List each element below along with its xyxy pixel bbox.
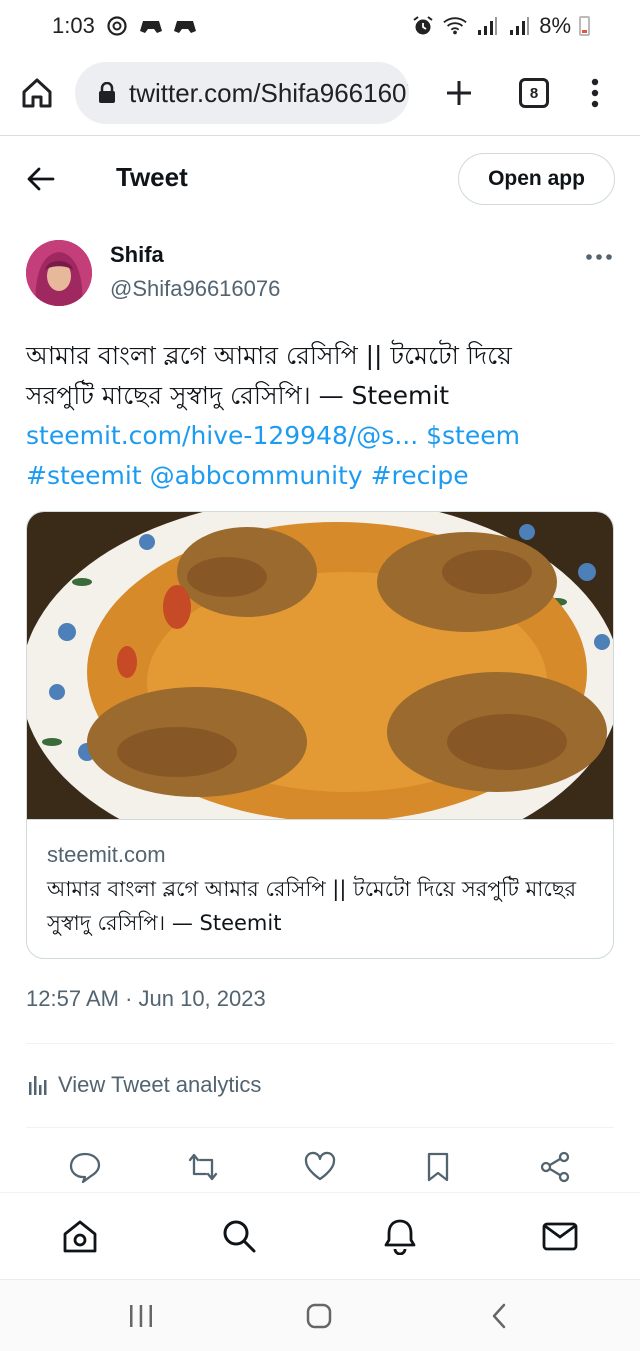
browser-home-icon[interactable] xyxy=(20,76,54,110)
mention-abbcommunity[interactable]: @abbcommunity xyxy=(150,461,363,490)
tab-switcher-button[interactable]: 8 xyxy=(519,78,549,108)
open-app-button[interactable]: Open app xyxy=(458,153,615,205)
analytics-label: View Tweet analytics xyxy=(58,1072,262,1097)
android-navigation-bar xyxy=(0,1279,640,1351)
battery-icon xyxy=(579,16,590,36)
back-arrow-icon[interactable] xyxy=(26,165,56,193)
tweet-text-line: আমার বাংলা ব্লগে আমার রেসিপি || টমেটো দি… xyxy=(26,341,512,370)
reply-icon[interactable] xyxy=(68,1150,102,1184)
new-tab-icon[interactable] xyxy=(444,78,474,108)
system-back-icon[interactable] xyxy=(486,1302,514,1330)
page-title: Tweet xyxy=(116,162,188,192)
browser-toolbar: twitter.com/Shifa96616076 8 xyxy=(0,52,640,136)
search-icon[interactable] xyxy=(220,1217,258,1255)
more-options-icon[interactable] xyxy=(584,252,614,262)
wifi-icon xyxy=(443,15,467,37)
battery-percent: 8% xyxy=(539,13,571,38)
bottom-navigation xyxy=(0,1192,640,1278)
card-image xyxy=(27,512,613,819)
messages-icon[interactable] xyxy=(541,1217,579,1255)
browser-menu-icon[interactable] xyxy=(585,76,605,110)
like-icon[interactable] xyxy=(303,1150,337,1184)
link-preview-card[interactable]: steemit.com আমার বাংলা ব্লগে আমার রেসিপি… xyxy=(26,511,614,959)
gamepad-icon xyxy=(173,15,197,37)
divider xyxy=(26,1043,614,1044)
address-bar[interactable]: twitter.com/Shifa96616076 xyxy=(75,62,409,124)
status-bar: 1:03 8% xyxy=(0,0,640,52)
analytics-icon xyxy=(29,1076,47,1095)
signal-icon xyxy=(507,15,531,37)
notifications-icon[interactable] xyxy=(381,1217,419,1255)
tweet-header: Tweet Open app xyxy=(0,137,640,221)
hashtag-recipe[interactable]: #recipe xyxy=(371,461,469,490)
share-icon[interactable] xyxy=(538,1150,572,1184)
lock-icon xyxy=(99,82,115,103)
hashtag-steemit[interactable]: #steemit xyxy=(26,461,142,490)
tweet-text: আমার বাংলা ব্লগে আমার রেসিপি || টমেটো দি… xyxy=(26,336,616,496)
recent-apps-icon[interactable] xyxy=(127,1302,155,1330)
cashtag-steem[interactable]: $steem xyxy=(426,421,520,450)
retweet-icon[interactable] xyxy=(186,1150,220,1184)
author-handle[interactable]: @Shifa96616076 xyxy=(110,276,280,302)
card-body: steemit.com আমার বাংলা ব্লগে আমার রেসিপি… xyxy=(27,819,613,958)
tweet-text-line: সরপুটি মাছের সুস্বাদু রেসিপি। — Steemit xyxy=(26,381,450,410)
status-time: 1:03 xyxy=(52,13,95,38)
tweet-actions xyxy=(0,1146,640,1188)
author-name[interactable]: Shifa xyxy=(110,242,164,268)
tweet-timestamp[interactable]: 12:57 AM · Jun 10, 2023 xyxy=(26,986,266,1012)
divider xyxy=(26,1127,614,1128)
card-title: আমার বাংলা ব্লগে আমার রেসিপি || টমেটো দি… xyxy=(47,877,577,935)
tweet-link[interactable]: steemit.com/hive-129948/@s... xyxy=(26,421,418,450)
tab-count: 8 xyxy=(529,84,539,102)
bookmark-icon[interactable] xyxy=(421,1150,455,1184)
signal-icon xyxy=(475,15,499,37)
at-sign-icon xyxy=(105,15,129,37)
system-home-icon[interactable] xyxy=(305,1302,333,1330)
view-analytics-link[interactable]: View Tweet analytics xyxy=(26,1068,261,1102)
avatar[interactable] xyxy=(26,240,92,306)
home-icon[interactable] xyxy=(61,1217,99,1255)
url-text: twitter.com/Shifa96616076 xyxy=(129,77,409,108)
alarm-icon xyxy=(411,15,435,37)
gamepad-icon xyxy=(139,15,163,37)
card-domain: steemit.com xyxy=(47,842,166,867)
